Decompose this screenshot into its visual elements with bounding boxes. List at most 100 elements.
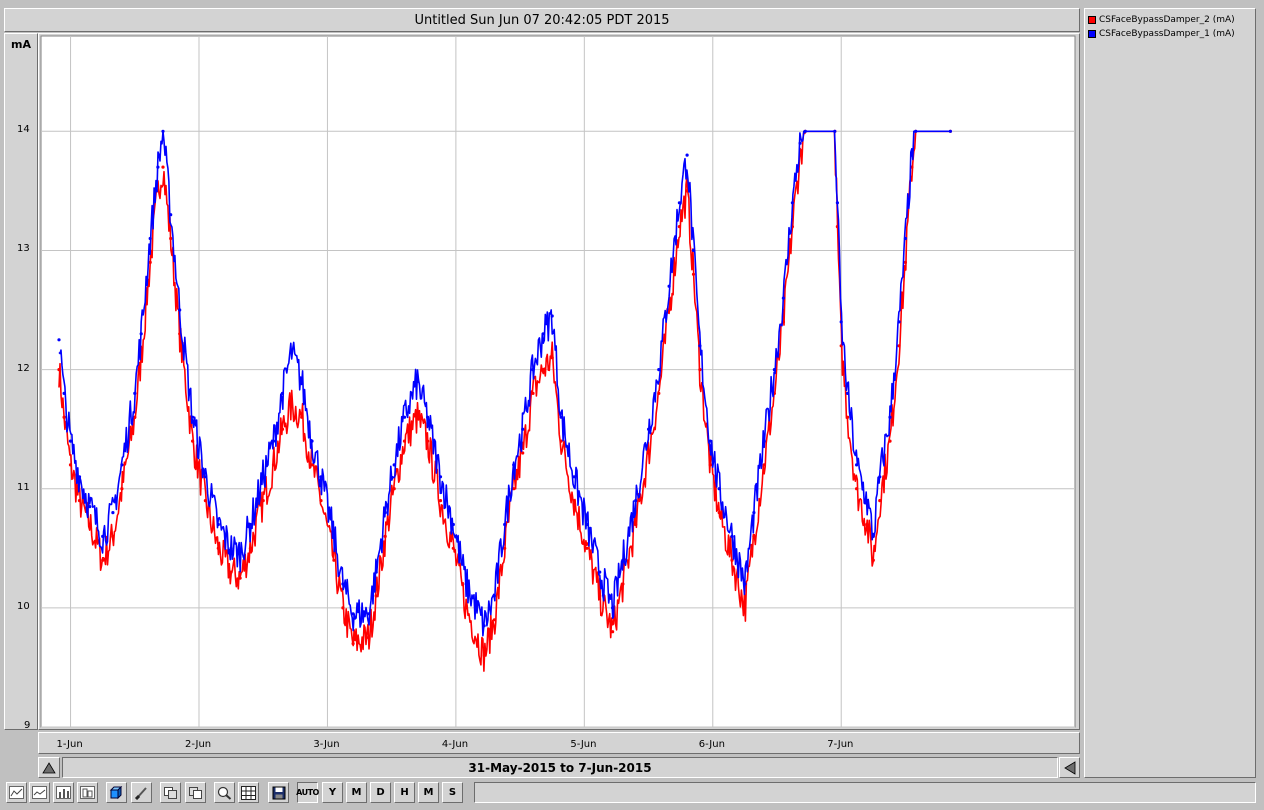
brush-button[interactable] — [131, 782, 152, 803]
grid-toggle-button[interactable] — [238, 782, 259, 803]
data-point — [585, 522, 589, 527]
data-point — [341, 582, 345, 586]
data-point — [482, 624, 486, 628]
area-plot-icon — [32, 786, 47, 799]
data-point — [426, 439, 430, 443]
plot-frame[interactable] — [38, 33, 1080, 730]
x-tick-label: 7-Jun — [827, 739, 854, 750]
legend-item[interactable]: CSFaceBypassDamper_2 (mA) — [1088, 13, 1252, 27]
data-point — [351, 642, 355, 646]
auto-scale-button[interactable]: AUTO — [296, 782, 319, 803]
data-point — [310, 439, 314, 443]
data-point — [846, 415, 850, 419]
step-plot-button[interactable] — [77, 782, 98, 803]
data-point — [111, 534, 115, 538]
data-point — [492, 594, 496, 598]
data-point — [634, 522, 638, 527]
plot-area — [40, 35, 1076, 728]
data-point — [762, 463, 766, 467]
data-point — [300, 415, 304, 419]
data-point — [101, 534, 105, 538]
y-axis-unit-label: mA — [11, 38, 31, 51]
time-range-bar[interactable]: 31-May-2015 to 7-Jun-2015 — [62, 757, 1058, 778]
y-tick-label: 14 — [17, 124, 30, 136]
data-point — [366, 636, 371, 640]
year-button[interactable]: Y — [322, 782, 343, 803]
data-point — [865, 499, 869, 503]
data-point — [169, 213, 173, 217]
legend-label: CSFaceBypassDamper_1 (mA) — [1099, 29, 1235, 39]
data-point — [531, 391, 535, 395]
data-point — [781, 296, 786, 300]
3d-view-button[interactable] — [106, 782, 127, 803]
data-point — [271, 463, 276, 467]
y-axis-panel: mA — [4, 33, 38, 730]
zoom-button[interactable] — [214, 782, 235, 803]
legend-panel: CSFaceBypassDamper_2 (mA) CSFaceBypassDa… — [1084, 8, 1256, 778]
data-point — [685, 153, 689, 157]
status-field — [474, 782, 1256, 803]
data-point — [611, 630, 615, 634]
data-point — [178, 308, 182, 312]
copy-button[interactable] — [160, 782, 181, 803]
data-point — [871, 534, 875, 538]
data-point — [62, 415, 66, 419]
data-point — [402, 415, 407, 419]
data-point — [120, 463, 124, 467]
day-button[interactable]: D — [370, 782, 391, 803]
x-tick-label: 3-Jun — [313, 739, 340, 750]
second-button[interactable]: S — [442, 782, 463, 803]
data-point — [248, 522, 252, 527]
data-point — [888, 439, 892, 443]
y-tick-label: 11 — [17, 481, 30, 493]
data-point — [691, 272, 696, 276]
data-point — [332, 558, 336, 562]
data-point — [289, 403, 294, 407]
y-tick-label: 12 — [17, 362, 30, 374]
data-point — [585, 546, 589, 550]
hour-button[interactable]: H — [394, 782, 415, 803]
line-plot-button[interactable] — [6, 782, 27, 803]
bar-plot-button[interactable] — [53, 782, 74, 803]
data-point — [238, 552, 242, 556]
data-point — [521, 427, 525, 431]
scroll-left-button[interactable] — [1059, 757, 1080, 778]
paste-button[interactable] — [185, 782, 206, 803]
data-point — [708, 439, 712, 443]
save-button[interactable] — [268, 782, 289, 803]
scroll-up-button[interactable] — [38, 757, 60, 778]
data-point — [366, 612, 371, 616]
data-point — [374, 594, 378, 598]
data-point — [415, 379, 419, 384]
data-point — [677, 225, 682, 229]
data-point — [133, 391, 137, 395]
area-plot-button[interactable] — [29, 782, 50, 803]
data-point — [68, 463, 73, 467]
data-point — [667, 284, 671, 288]
data-point — [191, 439, 195, 443]
data-point — [216, 522, 220, 527]
data-point — [374, 570, 378, 574]
data-point — [68, 439, 73, 443]
save-icon — [272, 786, 285, 799]
data-point — [878, 475, 882, 479]
data-point — [300, 379, 304, 384]
data-point — [402, 439, 407, 443]
line-chart[interactable] — [39, 34, 1079, 729]
cube-icon — [109, 785, 123, 799]
data-point — [730, 534, 734, 538]
data-point — [426, 415, 430, 419]
data-point — [161, 165, 165, 169]
legend-swatch — [1088, 16, 1096, 24]
data-point — [846, 391, 850, 395]
month-button[interactable]: M — [346, 782, 367, 803]
x-tick-label: 5-Jun — [570, 739, 597, 750]
data-point — [319, 475, 323, 479]
minute-button[interactable]: M — [418, 782, 439, 803]
data-point — [191, 415, 195, 419]
time-range-label: 31-May-2015 to 7-Jun-2015 — [468, 760, 652, 775]
brush-icon — [134, 786, 147, 800]
legend-item[interactable]: CSFaceBypassDamper_1 (mA) — [1088, 27, 1252, 41]
line-plot-icon — [9, 786, 24, 799]
data-point — [238, 576, 242, 580]
